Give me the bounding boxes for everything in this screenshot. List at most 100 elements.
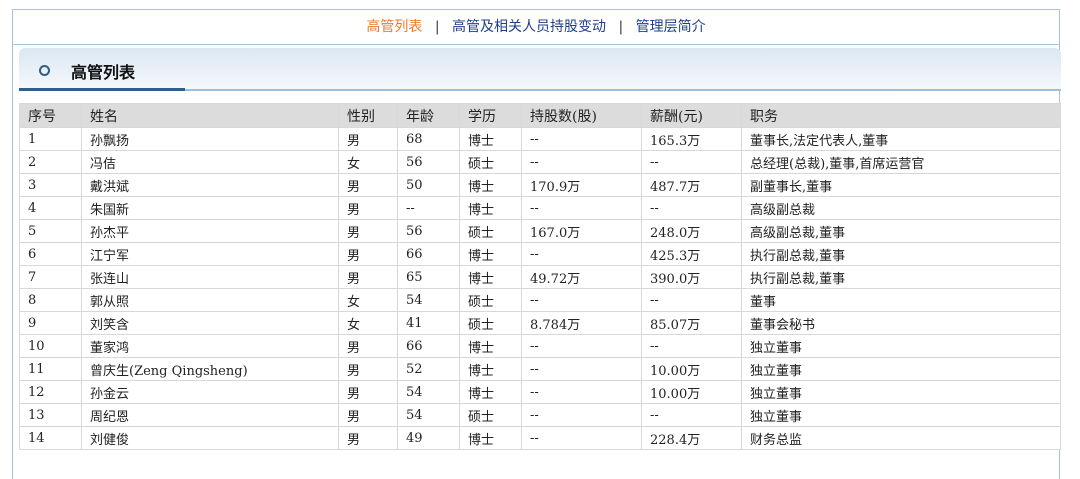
cell-name: 刘笑含: [81, 311, 339, 335]
cell-gender: 女: [338, 150, 398, 174]
column-header-name: 姓名: [81, 103, 339, 128]
cell-name: 戴洪斌: [81, 173, 339, 197]
cell-shares: --: [521, 196, 642, 220]
table-row: 13 周纪恩男 54 硕士 -- -- 独立董事: [19, 403, 1061, 427]
cell-age: 56: [397, 150, 460, 174]
executives-panel: 高管列表 | 高管及相关人员持股变动 | 管理层简介 高管列表 序号 姓名 性别 年龄…: [12, 9, 1061, 479]
column-header-education: 学历: [459, 103, 522, 128]
cell-age: 56: [397, 219, 460, 243]
cell-position: 独立董事: [741, 403, 1061, 427]
cell-age: 66: [397, 334, 460, 358]
tab-executive-list[interactable]: 高管列表: [366, 19, 422, 35]
table-row: 10 董家鸿男 66 博士 -- -- 独立董事: [19, 334, 1061, 358]
cell-name: 刘健俊: [81, 426, 339, 450]
cell-index: 3: [19, 173, 82, 197]
tab-shareholding-changes[interactable]: 高管及相关人员持股变动: [452, 19, 606, 35]
cell-shares: --: [521, 357, 642, 381]
cell-age: 52: [397, 357, 460, 381]
cell-name: 张连山: [81, 265, 339, 289]
cell-shares: 49.72万: [521, 265, 642, 289]
cell-name: 郭从照: [81, 288, 339, 312]
cell-shares: --: [521, 426, 642, 450]
cell-position: 高级副总裁,董事: [741, 219, 1061, 243]
cell-salary: 425.3万: [641, 242, 742, 266]
cell-gender: 男: [338, 426, 398, 450]
cell-index: 12: [19, 380, 82, 404]
cell-age: --: [397, 196, 460, 220]
cell-shares: --: [521, 334, 642, 358]
cell-salary: 10.00万: [641, 380, 742, 404]
cell-shares: 167.0万: [521, 219, 642, 243]
cell-position: 独立董事: [741, 334, 1061, 358]
cell-education: 硕士: [459, 150, 522, 174]
cell-shares: --: [521, 242, 642, 266]
nav-separator: |: [618, 19, 624, 35]
cell-shares: --: [521, 403, 642, 427]
cell-education: 博士: [459, 334, 522, 358]
cell-index: 7: [19, 265, 82, 289]
cell-age: 68: [397, 127, 460, 151]
section-header: 高管列表: [19, 48, 1061, 91]
cell-age: 54: [397, 288, 460, 312]
cell-age: 66: [397, 242, 460, 266]
cell-index: 2: [19, 150, 82, 174]
cell-education: 博士: [459, 265, 522, 289]
section-title: 高管列表: [71, 63, 136, 82]
cell-age: 54: [397, 403, 460, 427]
cell-gender: 男: [338, 219, 398, 243]
table-row: 5 孙杰平男 56 硕士 167.0万 248.0万 高级副总裁,董事: [19, 219, 1061, 243]
column-header-shares: 持股数(股): [521, 103, 642, 128]
cell-name: 周纪恩: [81, 403, 339, 427]
cell-education: 博士: [459, 426, 522, 450]
column-header-position: 职务: [741, 103, 1061, 128]
cell-gender: 男: [338, 242, 398, 266]
cell-salary: 10.00万: [641, 357, 742, 381]
column-header-index: 序号: [19, 103, 82, 128]
table-row: 4 朱国新男 -- 博士 -- -- 高级副总裁: [19, 196, 1061, 220]
table-row: 7 张连山男 65 博士 49.72万 390.0万 执行副总裁,董事: [19, 265, 1061, 289]
cell-index: 14: [19, 426, 82, 450]
table-row: 9 刘笑含女 41 硕士 8.784万 85.07万 董事会秘书: [19, 311, 1061, 335]
table-row: 2 冯佶女 56 硕士 -- -- 总经理(总裁),董事,首席运营官: [19, 150, 1061, 174]
cell-index: 9: [19, 311, 82, 335]
cell-shares: --: [521, 127, 642, 151]
cell-position: 董事长,法定代表人,董事: [741, 127, 1061, 151]
cell-gender: 男: [338, 334, 398, 358]
cell-position: 独立董事: [741, 357, 1061, 381]
cell-position: 财务总监: [741, 426, 1061, 450]
cell-index: 13: [19, 403, 82, 427]
cell-salary: --: [641, 196, 742, 220]
cell-name: 朱国新: [81, 196, 339, 220]
nav-separator: |: [434, 19, 440, 35]
cell-position: 执行副总裁,董事: [741, 265, 1061, 289]
table-row: 11 曾庆生(Zeng Qingsheng) 男 52 博士 -- 10.00万 独立董事: [19, 357, 1061, 381]
cell-shares: --: [521, 380, 642, 404]
cell-gender: 女: [338, 311, 398, 335]
cell-education: 博士: [459, 196, 522, 220]
cell-position: 独立董事: [741, 380, 1061, 404]
circle-bullet-icon: [39, 65, 50, 76]
cell-index: 1: [19, 127, 82, 151]
cell-salary: 85.07万: [641, 311, 742, 335]
cell-age: 41: [397, 311, 460, 335]
tab-management-intro[interactable]: 管理层简介: [636, 19, 706, 35]
cell-salary: --: [641, 403, 742, 427]
cell-salary: --: [641, 150, 742, 174]
table-row: 1 孙飘扬男 68 博士 -- 165.3万 董事长,法定代表人,董事: [19, 127, 1061, 151]
cell-education: 博士: [459, 242, 522, 266]
cell-position: 董事会秘书: [741, 311, 1061, 335]
cell-name: 曾庆生(Zeng Qingsheng): [81, 357, 339, 381]
cell-age: 54: [397, 380, 460, 404]
cell-education: 硕士: [459, 311, 522, 335]
cell-education: 硕士: [459, 403, 522, 427]
cell-gender: 男: [338, 403, 398, 427]
cell-name: 江宁军: [81, 242, 339, 266]
section-divider-accent: [19, 88, 185, 91]
cell-index: 4: [19, 196, 82, 220]
column-header-salary: 薪酬(元): [641, 103, 742, 128]
executives-table: 序号 姓名 性别 年龄 学历 持股数(股) 薪酬(元) 职务 1 孙飘扬男 68 博士 -- 165.3…: [19, 103, 1061, 450]
table-header-row: 序号 姓名 性别 年龄 学历 持股数(股) 薪酬(元) 职务: [19, 103, 1061, 128]
cell-name: 孙飘扬: [81, 127, 339, 151]
cell-name: 孙杰平: [81, 219, 339, 243]
top-nav: 高管列表 | 高管及相关人员持股变动 | 管理层简介: [13, 10, 1059, 45]
